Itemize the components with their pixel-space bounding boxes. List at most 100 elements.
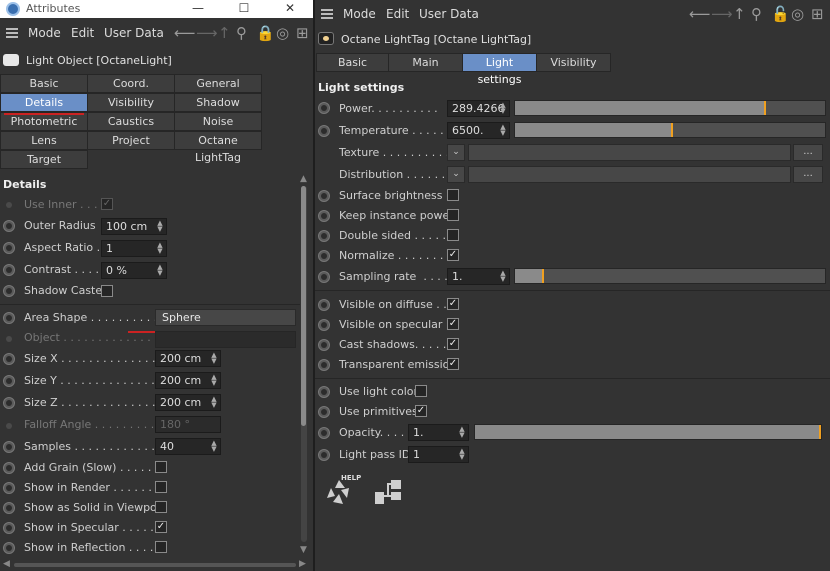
texture-more-button[interactable]: ... (793, 144, 823, 161)
vertical-scroll-thumb[interactable] (301, 186, 306, 426)
spinner-icon[interactable]: ▲ ▼ (458, 448, 466, 461)
tab-basic[interactable]: Basic (316, 53, 389, 72)
checkbox-keep-instance-power[interactable] (447, 209, 459, 221)
checkbox-show-in-render[interactable] (155, 481, 167, 493)
field-aspect-ratio[interactable]: 1 ▲ ▼ (101, 240, 167, 257)
field-opacity[interactable]: 1. ▲ ▼ (408, 424, 469, 441)
anim-radio-show-in-specular[interactable] (3, 522, 15, 534)
anim-radio-samples[interactable] (3, 441, 15, 453)
up-arrow-icon[interactable]: ↑ (733, 6, 746, 22)
tab-light-settings[interactable]: Light settings (462, 53, 537, 86)
menu-user-data[interactable]: User Data (104, 26, 164, 40)
field-power[interactable]: 289.4266 ▲ ▼ (447, 100, 510, 117)
checkbox-show-as-solid[interactable] (155, 501, 167, 513)
slider-marker[interactable] (819, 425, 821, 439)
spinner-icon[interactable]: ▲ ▼ (499, 102, 507, 115)
minimize-button[interactable]: — (175, 0, 221, 18)
tab-general[interactable]: General (174, 74, 262, 93)
checkbox-cast-shadows[interactable]: ✓ (447, 338, 459, 350)
checkbox-double-sided[interactable] (447, 229, 459, 241)
checkbox-add-grain[interactable] (155, 461, 167, 473)
anim-radio-show-as-solid[interactable] (3, 502, 15, 514)
field-light-pass-id[interactable]: 1 ▲ ▼ (408, 446, 469, 463)
checkbox-visible-on-diffuse[interactable]: ✓ (447, 298, 459, 310)
menu-user-data[interactable]: User Data (419, 7, 479, 21)
anim-radio-show-in-render[interactable] (3, 482, 15, 494)
anim-radio-visible-on-diffuse[interactable] (318, 299, 330, 311)
dropdown-area-shape[interactable]: Sphere (155, 309, 296, 326)
checkbox-transparent-emission[interactable]: ✓ (447, 358, 459, 370)
target-icon[interactable]: ◎ (791, 6, 804, 22)
field-size-y[interactable]: 200 cm ▲ ▼ (155, 372, 221, 389)
anim-radio-aspect-ratio[interactable] (3, 242, 15, 254)
field-temperature[interactable]: 6500. ▲ ▼ (447, 122, 510, 139)
spinner-icon[interactable]: ▲ ▼ (210, 352, 218, 365)
texture-dropdown-chevron-icon[interactable]: ⌄ (447, 144, 465, 161)
anim-radio-shadow-caster[interactable] (3, 285, 15, 297)
tab-coord[interactable]: Coord. (87, 74, 175, 93)
target-icon[interactable]: ◎ (276, 25, 289, 41)
anim-radio-size-x[interactable] (3, 353, 15, 365)
hamburger-menu-icon[interactable] (321, 9, 333, 19)
field-sampling-rate[interactable]: 1. ▲ ▼ (447, 268, 510, 285)
distribution-more-button[interactable]: ... (793, 166, 823, 183)
anim-radio-opacity[interactable] (318, 427, 330, 439)
menu-edit[interactable]: Edit (386, 7, 409, 21)
field-size-z[interactable]: 200 cm ▲ ▼ (155, 394, 221, 411)
tab-project[interactable]: Project (87, 131, 175, 150)
checkbox-normalize[interactable]: ✓ (447, 249, 459, 261)
tab-target[interactable]: Target (0, 150, 88, 169)
scroll-left-icon[interactable]: ◀ (3, 559, 10, 569)
slider-sampling-rate[interactable] (514, 268, 826, 284)
menu-edit[interactable]: Edit (71, 26, 94, 40)
checkbox-show-in-reflection[interactable] (155, 541, 167, 553)
spinner-icon[interactable]: ▲ ▼ (156, 242, 164, 255)
spinner-icon[interactable]: ▲ ▼ (499, 124, 507, 137)
distribution-dropdown-chevron-icon[interactable]: ⌄ (447, 166, 465, 183)
anim-radio-surface-brightness[interactable] (318, 190, 330, 202)
tab-lens[interactable]: Lens (0, 131, 88, 150)
checkbox-shadow-caster[interactable] (101, 285, 113, 297)
tab-caustics[interactable]: Caustics (87, 112, 175, 131)
forward-arrow-icon[interactable]: ⟶ (196, 25, 218, 41)
anim-radio-area-shape[interactable] (3, 312, 15, 324)
anim-radio-show-in-reflection[interactable] (3, 542, 15, 554)
hamburger-menu-icon[interactable] (6, 28, 18, 38)
octane-help-button[interactable]: HELP (321, 474, 361, 510)
tab-details[interactable]: Details (0, 93, 88, 112)
anim-radio-outer-radius[interactable] (3, 220, 15, 232)
forward-arrow-icon[interactable]: ⟶ (711, 6, 733, 22)
tab-main[interactable]: Main (388, 53, 463, 72)
spinner-icon[interactable]: ▲ ▼ (458, 426, 466, 439)
field-contrast[interactable]: 0 % ▲ ▼ (101, 262, 167, 279)
slider-marker[interactable] (671, 123, 674, 137)
spinner-icon[interactable]: ▲ ▼ (156, 264, 164, 277)
tab-basic[interactable]: Basic (0, 74, 88, 93)
checkbox-use-light-color[interactable] (415, 385, 427, 397)
tab-octane-lighttag[interactable]: Octane LightTag (174, 131, 262, 164)
menu-mode[interactable]: Mode (28, 26, 61, 40)
spinner-icon[interactable]: ▲ ▼ (499, 270, 507, 283)
new-panel-icon[interactable]: ⊞ (296, 25, 309, 41)
field-outer-radius[interactable]: 100 cm ▲ ▼ (101, 218, 167, 235)
anim-radio-size-z[interactable] (3, 397, 15, 409)
scroll-up-icon[interactable]: ▲ (300, 174, 307, 184)
spinner-icon[interactable]: ▲ ▼ (210, 440, 218, 453)
up-arrow-icon[interactable]: ↑ (218, 25, 231, 41)
slider-marker[interactable] (542, 269, 545, 283)
field-samples[interactable]: 40 ▲ ▼ (155, 438, 221, 455)
anim-radio-use-primitives[interactable] (318, 406, 330, 418)
tab-visibility[interactable]: Visibility (536, 53, 611, 72)
maximize-button[interactable]: ☐ (221, 0, 267, 18)
spinner-icon[interactable]: ▲ ▼ (210, 374, 218, 387)
slider-marker[interactable] (764, 101, 767, 115)
anim-radio-visible-on-specular[interactable] (318, 319, 330, 331)
tab-noise[interactable]: Noise (174, 112, 262, 131)
anim-radio-keep-instance-power[interactable] (318, 210, 330, 222)
checkbox-visible-on-specular[interactable]: ✓ (447, 318, 459, 330)
field-texture-link[interactable] (468, 144, 791, 161)
search-icon[interactable]: ⚲ (236, 25, 247, 41)
field-size-x[interactable]: 200 cm ▲ ▼ (155, 350, 221, 367)
anim-radio-contrast[interactable] (3, 264, 15, 276)
tab-shadow[interactable]: Shadow (174, 93, 262, 112)
